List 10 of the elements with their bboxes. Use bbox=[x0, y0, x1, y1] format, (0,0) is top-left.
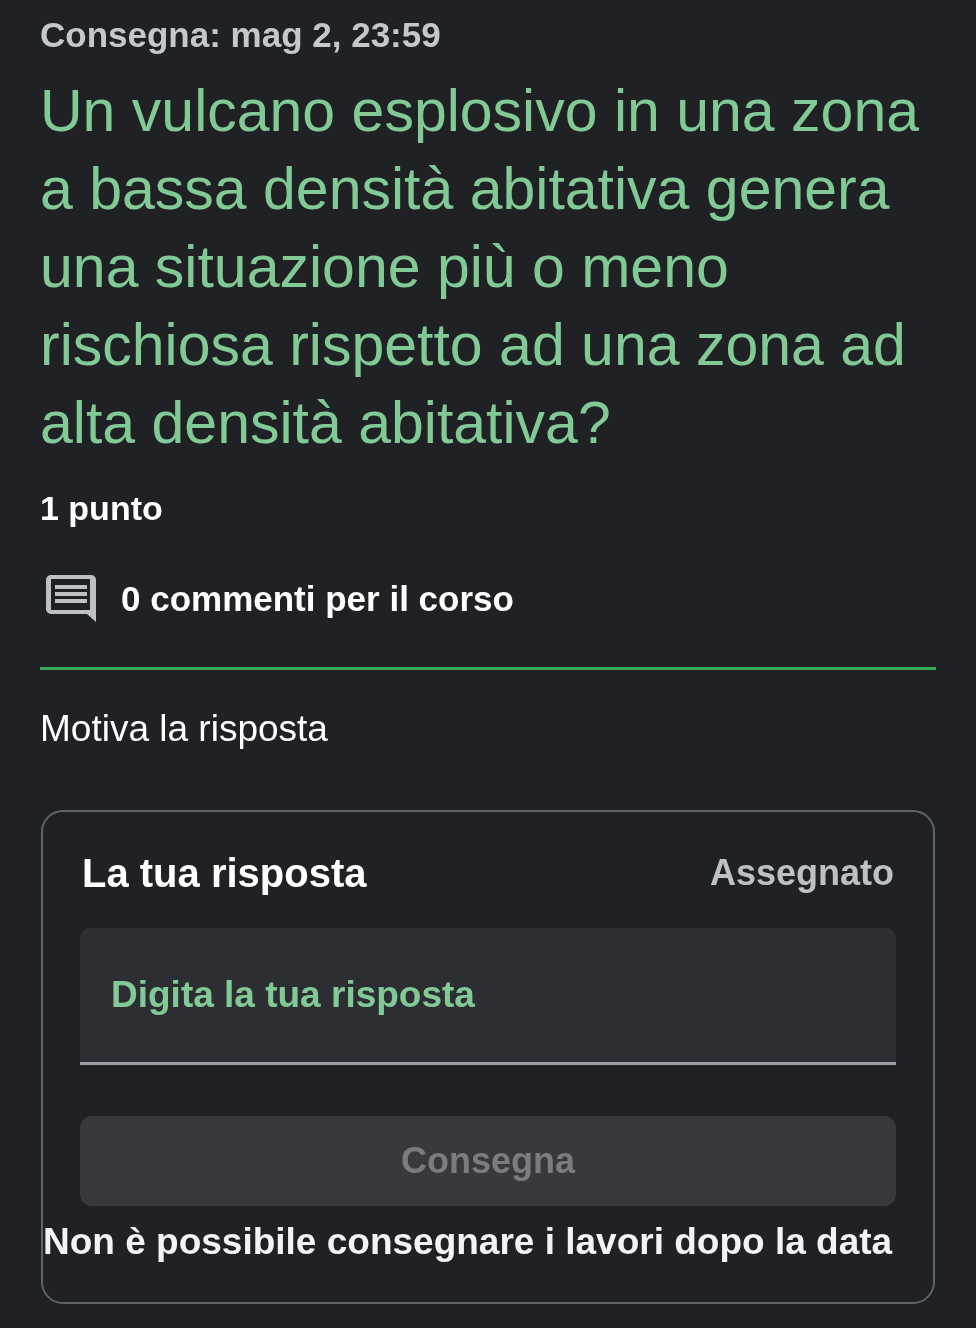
comment-icon bbox=[45, 574, 97, 623]
status-label: Assegnato bbox=[709, 851, 894, 895]
class-comments-link[interactable]: 0 commenti per il corso bbox=[121, 576, 514, 621]
points-label: 1 punto bbox=[40, 488, 163, 529]
question-text: Un vulcano esplosivo in una zona a bassa densità abitativa genera una situazione più o meno rischiosa rispetto ad una zona ad alta densità abitativa? bbox=[40, 77, 920, 458]
answer-input-field[interactable]: Digita la tua risposta bbox=[80, 928, 896, 1065]
due-date: Consegna: mag 2, 23:59 bbox=[40, 14, 441, 56]
card-title: La tua risposta bbox=[82, 850, 367, 897]
section-label: Motiva la risposta bbox=[40, 707, 328, 751]
deadline-notice: Non è possibile consegnare i lavori dopo la data bbox=[43, 1220, 893, 1264]
